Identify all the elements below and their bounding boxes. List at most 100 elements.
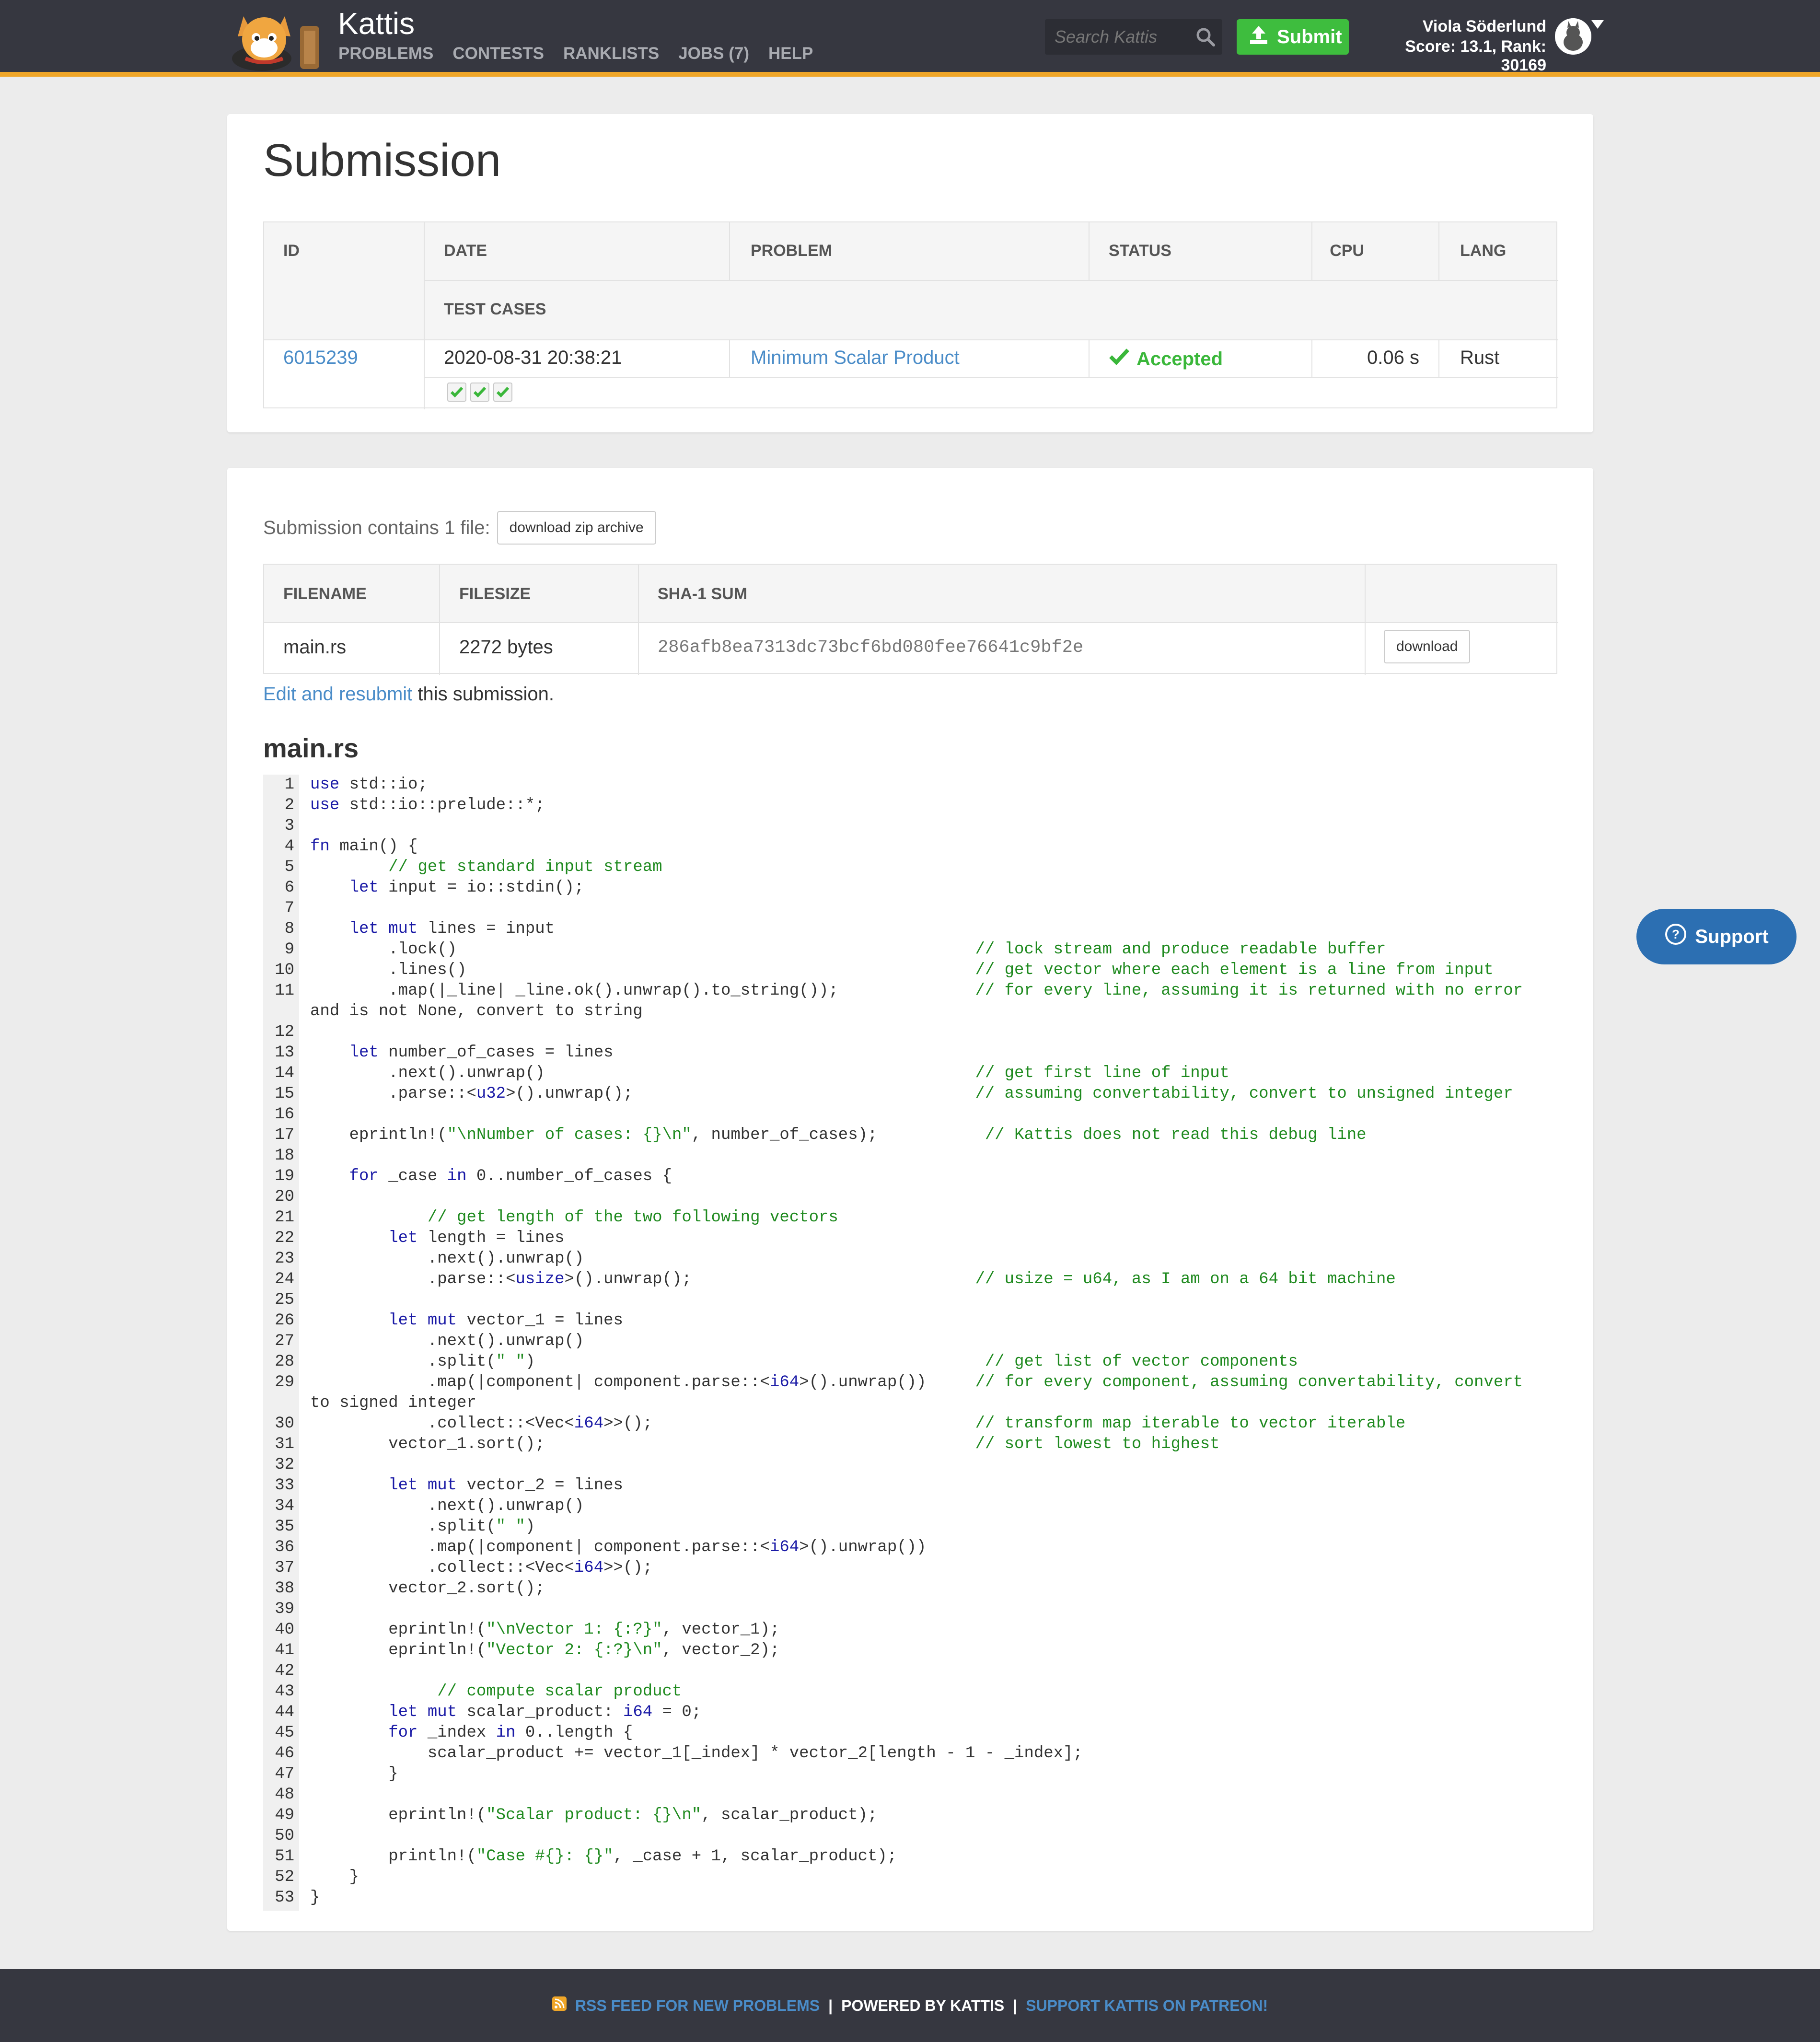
line-number: 3 — [284, 817, 294, 835]
line-number: 43 — [275, 1682, 294, 1701]
code-line: } — [310, 1889, 320, 1907]
line-number: 29 — [275, 1373, 294, 1392]
line-number: 1 — [284, 776, 294, 794]
svg-text:?: ? — [1672, 927, 1680, 941]
nav-ranklists[interactable]: RANKLISTS — [563, 44, 659, 63]
search-input[interactable] — [1055, 19, 1189, 55]
edit-resubmit-line: Edit and resubmit this submission. — [263, 684, 554, 705]
line-number: 50 — [275, 1827, 294, 1845]
main-nav: PROBLEMS CONTESTS RANKLISTS JOBS (7) HEL… — [338, 44, 813, 63]
line-number: 48 — [275, 1786, 294, 1804]
code-line: let mut lines = input — [349, 920, 555, 938]
checkmark-icon — [496, 386, 510, 398]
test-case-passed[interactable] — [447, 383, 466, 402]
brand-name[interactable]: Kattis — [338, 6, 415, 41]
submit-button[interactable]: Submit — [1237, 19, 1349, 55]
divider — [1438, 339, 1439, 377]
code-line: // get length of the two following vecto… — [427, 1208, 838, 1227]
line-number: 28 — [275, 1353, 294, 1371]
kattis-logo-icon[interactable] — [228, 7, 329, 72]
download-zip-button[interactable]: download zip archive — [497, 511, 656, 545]
line-number: 41 — [275, 1641, 294, 1659]
line-number: 45 — [275, 1724, 294, 1742]
line-number: 27 — [275, 1332, 294, 1350]
line-number: 10 — [275, 961, 294, 979]
line-number: 53 — [275, 1889, 294, 1907]
code-line: vector_2.sort(); — [310, 1579, 545, 1598]
code-line: let input = io::stdin(); — [349, 879, 584, 897]
avatar[interactable] — [1555, 18, 1591, 55]
line-number: 46 — [275, 1744, 294, 1763]
line-number: 12 — [275, 1023, 294, 1041]
code-line: .parse::<u32>().unwrap(); // assuming co… — [310, 1085, 1513, 1103]
divider — [1365, 565, 1366, 675]
code-line: for _case in 0..number_of_cases { — [349, 1167, 672, 1185]
line-number: 19 — [275, 1167, 294, 1185]
line-number: 31 — [275, 1435, 294, 1453]
submission-card: Submission ID DATE PROBLEM STATUS CPU LA… — [227, 114, 1593, 432]
download-file-button[interactable]: download — [1384, 630, 1471, 663]
files-intro-text: Submission contains 1 file: — [263, 517, 490, 538]
cpu-time: 0.06 s — [1367, 347, 1419, 368]
line-number: 14 — [275, 1064, 294, 1082]
divider — [1311, 339, 1312, 377]
help-icon: ? — [1664, 923, 1687, 951]
col-header-filesize: FILESIZE — [459, 585, 531, 603]
line-number: 44 — [275, 1703, 294, 1721]
col-header-lang: LANG — [1460, 242, 1507, 260]
edit-resubmit-text: this submission. — [412, 684, 554, 705]
patreon-link[interactable]: SUPPORT KATTIS ON PATREON! — [1026, 1997, 1268, 2015]
col-header-problem: PROBLEM — [751, 242, 832, 260]
nav-contests[interactable]: CONTESTS — [452, 44, 544, 63]
powered-by: POWERED BY KATTIS — [841, 1996, 1005, 2014]
test-case-passed[interactable] — [493, 383, 512, 402]
code-line: use std::io; — [310, 776, 428, 794]
code-line: let mut vector_2 = lines — [388, 1476, 623, 1495]
code-line: use std::io::prelude::*; — [310, 796, 545, 814]
divider — [424, 222, 425, 409]
footer-separator: | — [1013, 1996, 1018, 2014]
code-line: .collect::<Vec<i64>>(); — [310, 1559, 653, 1577]
rss-feed-link[interactable]: RSS FEED FOR NEW PROBLEMS — [575, 1997, 820, 2015]
files-card: Submission contains 1 file: download zip… — [227, 468, 1593, 1931]
code-line: // compute scalar product — [437, 1682, 682, 1701]
test-case-passed[interactable] — [470, 383, 489, 402]
upload-icon — [1248, 24, 1269, 50]
line-number: 38 — [275, 1579, 294, 1598]
code-line: to signed integer — [310, 1394, 476, 1412]
line-number: 51 — [275, 1847, 294, 1866]
code-line: .collect::<Vec<i64>>(); // transform map… — [310, 1415, 1406, 1433]
nav-problems[interactable]: PROBLEMS — [338, 44, 433, 63]
rss-icon — [552, 1996, 567, 2015]
support-button[interactable]: ? Support — [1636, 909, 1797, 964]
support-label: Support — [1695, 926, 1769, 947]
submission-id-link[interactable]: 6015239 — [283, 347, 358, 369]
checkmark-icon — [473, 386, 487, 398]
col-header-date: DATE — [444, 242, 487, 260]
code-line: eprintln!("\nVector 1: {:?}", vector_1); — [310, 1621, 780, 1639]
line-number: 26 — [275, 1311, 294, 1330]
problem-link[interactable]: Minimum Scalar Product — [751, 347, 960, 369]
line-number: 37 — [275, 1559, 294, 1577]
chevron-down-icon[interactable] — [1591, 20, 1604, 29]
top-navbar: Kattis PROBLEMS CONTESTS RANKLISTS JOBS … — [0, 0, 1820, 74]
line-number: 30 — [275, 1415, 294, 1433]
divider — [638, 565, 639, 675]
line-number: 18 — [275, 1147, 294, 1165]
code-line: .next().unwrap() — [310, 1332, 584, 1350]
line-number: 23 — [275, 1250, 294, 1268]
user-name[interactable]: Viola Söderlund — [1356, 17, 1546, 36]
file-name: main.rs — [283, 637, 347, 658]
code-line: fn main() { — [310, 837, 418, 856]
search-icon[interactable] — [1195, 27, 1216, 47]
nav-jobs[interactable]: JOBS (7) — [678, 44, 749, 63]
code-line: .split(" ") — [310, 1518, 535, 1536]
divider — [439, 565, 440, 675]
code-line: } — [310, 1765, 398, 1783]
line-number: 36 — [275, 1538, 294, 1556]
edit-resubmit-link[interactable]: Edit and resubmit — [263, 684, 412, 705]
line-number: 34 — [275, 1497, 294, 1515]
nav-help[interactable]: HELP — [768, 44, 813, 63]
code-line: let number_of_cases = lines — [349, 1044, 614, 1062]
line-number: 11 — [275, 982, 294, 1000]
